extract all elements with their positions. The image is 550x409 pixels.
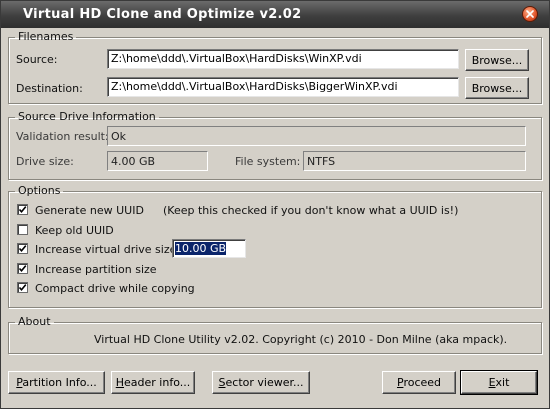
checkmark-icon <box>18 265 27 273</box>
compact-drive-checkbox[interactable] <box>17 282 28 293</box>
source-label: Source: <box>16 53 58 66</box>
main-window: Virtual HD Clone and Optimize v2.02 File… <box>0 0 550 409</box>
increase-size-label[interactable]: Increase virtual drive size to <box>35 243 191 256</box>
exit-button[interactable]: Exit <box>460 370 538 395</box>
about-legend: About <box>18 315 51 328</box>
partition-info-label: artition Info... <box>22 376 97 389</box>
about-text: Virtual HD Clone Utility v2.02. Copyrigh… <box>94 333 508 346</box>
increase-partition-checkbox[interactable] <box>17 263 28 274</box>
increase-size-value: 10.00 GB <box>175 242 227 255</box>
destination-input[interactable]: Z:\home\ddd\.VirtualBox\HardDisks\Bigger… <box>107 77 459 97</box>
increase-partition-label[interactable]: Increase partition size <box>35 263 157 276</box>
increase-size-input[interactable]: 10.00 GB <box>172 239 246 258</box>
file-system-value: NTFS <box>303 151 526 171</box>
uuid-hint-text: (Keep this checked if you don't know wha… <box>163 204 459 217</box>
generate-uuid-checkbox[interactable] <box>17 204 28 215</box>
proceed-label: roceed <box>403 376 442 389</box>
sector-viewer-button[interactable]: Sector viewer... <box>212 371 310 394</box>
exit-label: xit <box>495 376 510 389</box>
destination-browse-button[interactable]: Browse... <box>465 77 529 99</box>
header-info-button[interactable]: Header info... <box>111 371 195 394</box>
file-system-label: File system: <box>235 155 301 168</box>
header-info-label: eader info... <box>124 376 191 389</box>
options-legend: Options <box>18 184 61 197</box>
compact-drive-label[interactable]: Compact drive while copying <box>35 282 195 295</box>
close-icon <box>526 10 534 18</box>
window-title: Virtual HD Clone and Optimize v2.02 <box>23 7 302 22</box>
source-browse-button[interactable]: Browse... <box>465 49 529 71</box>
sector-viewer-label: ector viewer... <box>225 376 304 389</box>
validation-result-label: Validation result: <box>16 130 109 143</box>
exit-accel: E <box>488 376 496 389</box>
checkmark-icon <box>18 206 27 214</box>
proceed-button[interactable]: Proceed <box>382 371 456 394</box>
destination-label: Destination: <box>16 82 83 95</box>
increase-size-checkbox[interactable] <box>17 243 28 254</box>
source-input[interactable]: Z:\home\ddd\.VirtualBox\HardDisks\WinXP.… <box>107 49 459 69</box>
checkmark-icon <box>18 284 27 292</box>
partition-info-button[interactable]: Partition Info... <box>8 371 105 394</box>
drive-size-label: Drive size: <box>16 155 74 168</box>
sector-viewer-accel: S <box>218 376 226 389</box>
source-info-legend: Source Drive Information <box>18 110 156 123</box>
generate-uuid-label[interactable]: Generate new UUID <box>35 204 144 217</box>
filenames-legend: Filenames <box>18 30 74 43</box>
keep-uuid-label[interactable]: Keep old UUID <box>35 224 114 237</box>
header-info-accel: H <box>115 376 125 389</box>
drive-size-value: 4.00 GB <box>107 151 208 171</box>
title-bar[interactable]: Virtual HD Clone and Optimize v2.02 <box>1 1 549 28</box>
checkmark-icon <box>18 245 27 253</box>
close-button[interactable] <box>522 6 538 22</box>
validation-result-value: Ok <box>107 126 526 146</box>
keep-uuid-checkbox[interactable] <box>17 224 28 235</box>
